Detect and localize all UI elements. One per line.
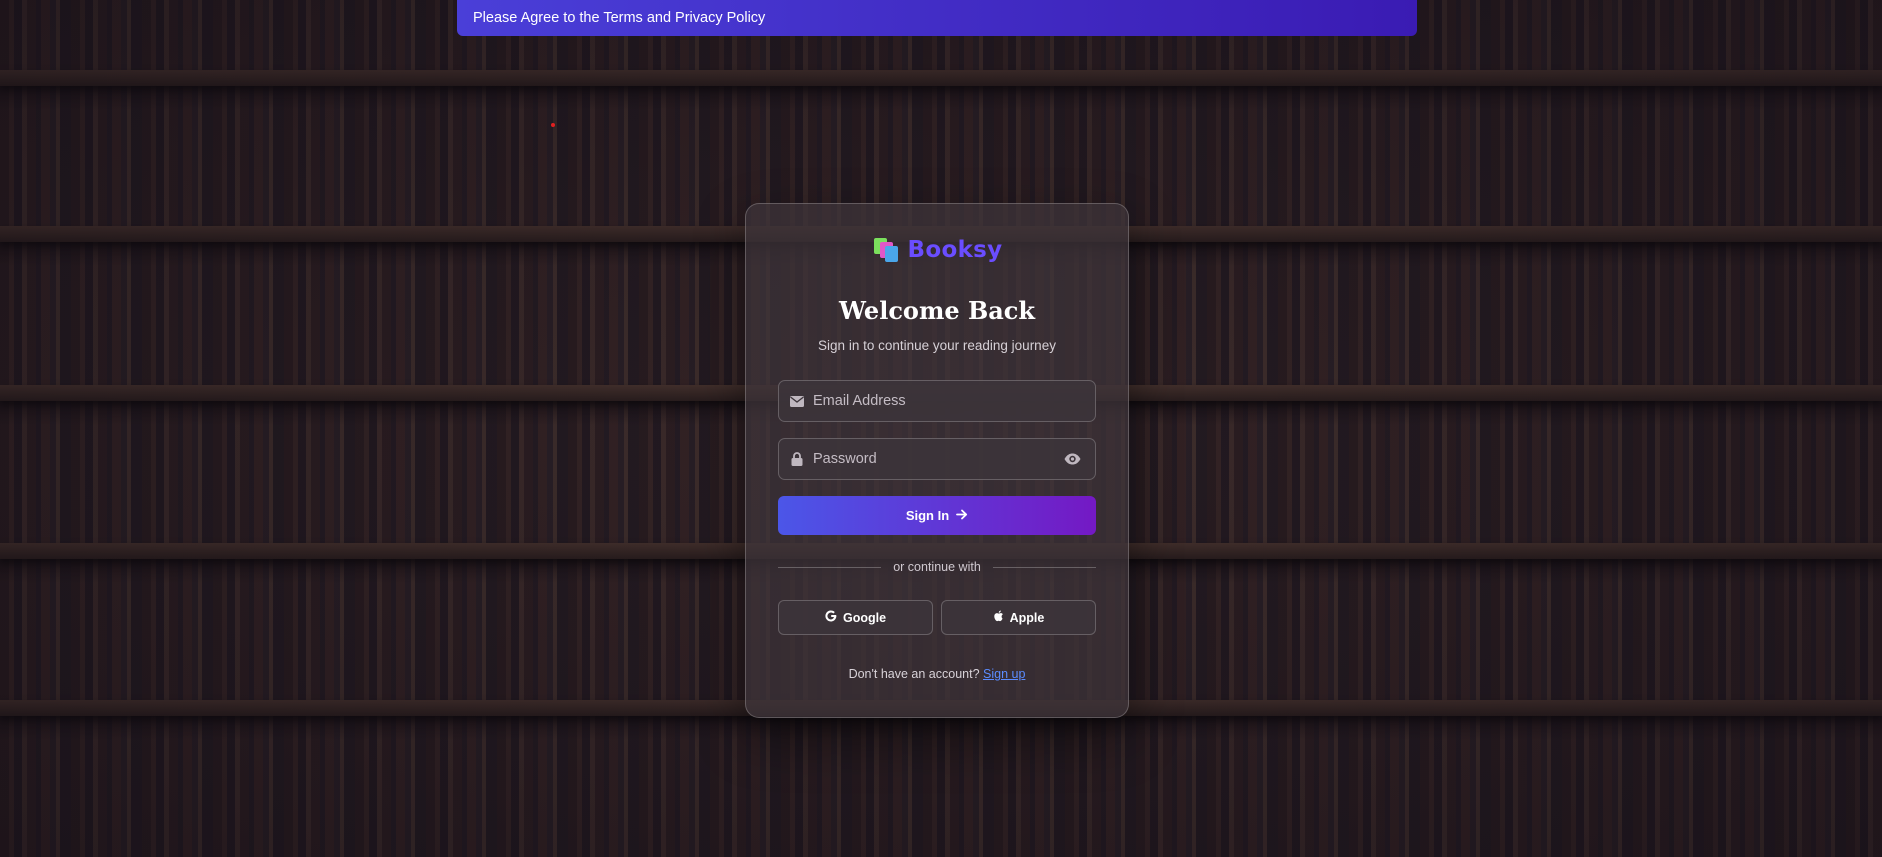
terms-notice-banner: Please Agree to the Terms and Privacy Po… xyxy=(457,0,1417,36)
sign-in-label: Sign In xyxy=(905,508,950,523)
apple-signin-button[interactable]: Apple xyxy=(941,600,1096,635)
social-divider: or continue with xyxy=(778,560,1096,574)
brand-logo: Booksy xyxy=(746,236,1128,264)
divider-text: or continue with xyxy=(893,560,981,574)
brand-name: Booksy xyxy=(907,237,1003,263)
apple-icon xyxy=(993,610,1004,625)
terms-notice-text: Please Agree to the Terms and Privacy Po… xyxy=(473,10,766,26)
lock-icon xyxy=(790,452,804,466)
apple-label: Apple xyxy=(1009,610,1045,625)
google-label: Google xyxy=(842,610,887,625)
email-field[interactable] xyxy=(778,380,1096,422)
google-signin-button[interactable]: Google xyxy=(778,600,933,635)
arrow-right-icon xyxy=(956,508,968,523)
signup-prompt: Don't have an account? Sign up xyxy=(746,667,1128,681)
sign-in-button[interactable]: Sign In xyxy=(778,496,1096,535)
sign-up-link[interactable]: Sign up xyxy=(983,667,1025,681)
eye-icon[interactable] xyxy=(1063,452,1081,466)
email-input[interactable] xyxy=(813,393,1095,409)
password-field[interactable] xyxy=(778,438,1096,480)
page-subtitle: Sign in to continue your reading journey xyxy=(818,338,1056,353)
login-card: Booksy Welcome Back Sign in to continue … xyxy=(745,203,1129,718)
envelope-icon xyxy=(790,394,804,408)
signup-prompt-text: Don't have an account? xyxy=(848,667,980,681)
google-icon xyxy=(825,610,837,625)
books-stack-icon xyxy=(872,236,900,264)
cursor-dot xyxy=(551,123,555,127)
page-title: Welcome Back xyxy=(838,296,1036,325)
password-input[interactable] xyxy=(813,451,1063,467)
